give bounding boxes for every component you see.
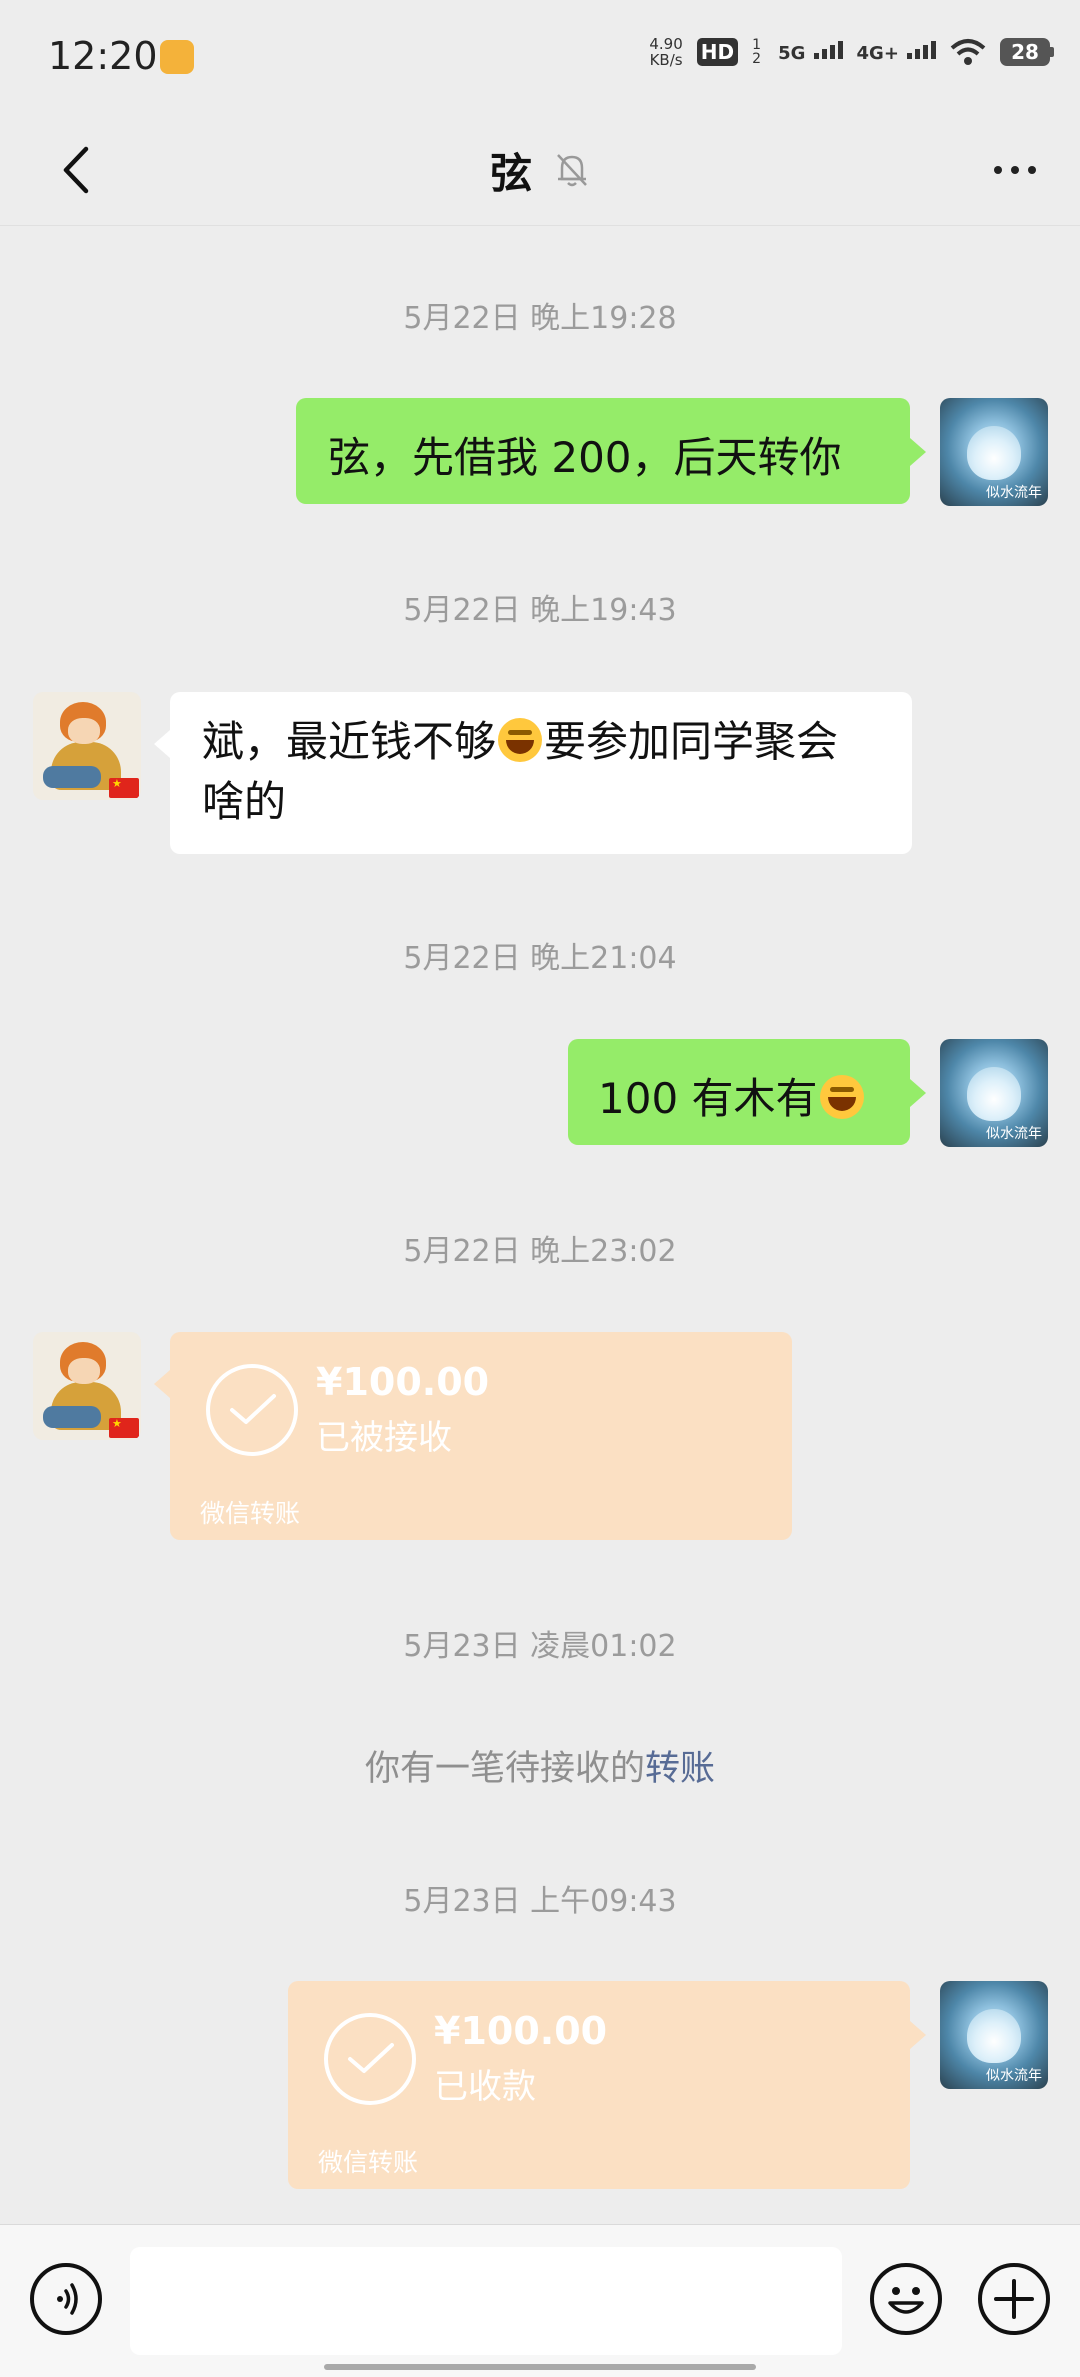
app-notification-icon	[160, 40, 194, 74]
message-timestamp: 5月23日 上午09:43	[403, 1884, 677, 1919]
sent-message-bubble[interactable]: 弦，先借我 200，后天转你	[296, 398, 926, 504]
chevron-left-icon	[63, 146, 89, 194]
chat-header: 弦	[0, 115, 1080, 226]
contact-avatar[interactable]: ★	[33, 692, 141, 800]
contact-avatar[interactable]: ★	[33, 1332, 141, 1440]
system-message: 你有一笔待接收的转账	[364, 1749, 716, 1789]
self-avatar[interactable]: 似水流年	[940, 398, 1048, 506]
facepalm-emoji-icon	[498, 718, 543, 762]
bell-off-icon	[557, 154, 587, 187]
message-timestamp: 5月22日 晚上21:04	[403, 941, 677, 976]
transfer-status: 已被接收	[316, 1418, 452, 1458]
transfer-amount: ¥100.00	[316, 1360, 490, 1404]
transfer-status: 已收款	[434, 2067, 536, 2107]
sim-indicator: 1 2	[752, 37, 762, 67]
received-message-bubble[interactable]: 斌，最近钱不够 要参加同学聚会 啥的	[154, 692, 912, 854]
hd-icon: HD	[696, 38, 739, 66]
message-text: 弦，先借我 200，后天转你	[328, 433, 842, 482]
signal-5g-icon: 5G	[778, 40, 843, 64]
more-dots-icon	[994, 166, 1002, 174]
facepalm-emoji-icon	[819, 1075, 864, 1119]
wifi-icon	[950, 39, 986, 65]
status-indicators: 4.90 KB/s HD 1 2 5G 4G+ 28	[649, 36, 1054, 68]
transfer-amount: ¥100.00	[434, 2009, 608, 2053]
message-input[interactable]	[130, 2247, 842, 2355]
message-timestamp: 5月23日 凌晨01:02	[403, 1629, 677, 1664]
chat-title-group: 弦	[0, 115, 1080, 225]
message-timestamp: 5月22日 晚上19:43	[403, 593, 677, 628]
check-circle-icon	[324, 2013, 416, 2105]
battery-icon: 28	[1000, 38, 1054, 66]
message-timestamp: 5月22日 晚上19:28	[403, 301, 677, 336]
emoji-button[interactable]	[870, 2263, 942, 2335]
home-indicator[interactable]	[324, 2364, 756, 2370]
flag-icon: ★	[109, 778, 139, 798]
signal-4g-icon: 4G+	[857, 40, 936, 64]
more-options-button[interactable]	[980, 140, 1050, 200]
back-button[interactable]	[40, 135, 110, 205]
check-circle-icon	[206, 1364, 298, 1456]
network-speed: 4.90 KB/s	[649, 35, 683, 69]
emoji-icon	[888, 2287, 924, 2314]
transfer-link[interactable]: 转账	[645, 1749, 715, 1789]
voice-button[interactable]	[30, 2263, 102, 2335]
input-bar	[0, 2224, 1080, 2377]
chat-title: 弦	[489, 148, 532, 198]
message-timestamp: 5月22日 晚上23:02	[403, 1234, 677, 1269]
sent-message-bubble[interactable]: 100 有木有	[568, 1039, 926, 1145]
flag-icon: ★	[109, 1418, 139, 1438]
plus-icon	[994, 2279, 1034, 2319]
transfer-card[interactable]: ¥100.00 已收款 微信转账	[288, 1981, 926, 2189]
transfer-card[interactable]: ¥100.00 已被接收 微信转账	[154, 1332, 792, 1540]
self-avatar[interactable]: 似水流年	[940, 1039, 1048, 1147]
status-time: 12:20	[48, 34, 158, 78]
voice-icon	[57, 2283, 78, 2315]
self-avatar[interactable]: 似水流年	[940, 1981, 1048, 2089]
status-bar: 12:20 4.90 KB/s HD 1 2 5G 4G+ 28	[0, 0, 1080, 115]
transfer-footer: 微信转账	[200, 1499, 301, 1528]
transfer-footer: 微信转账	[318, 2148, 419, 2177]
more-functions-button[interactable]	[978, 2263, 1050, 2335]
